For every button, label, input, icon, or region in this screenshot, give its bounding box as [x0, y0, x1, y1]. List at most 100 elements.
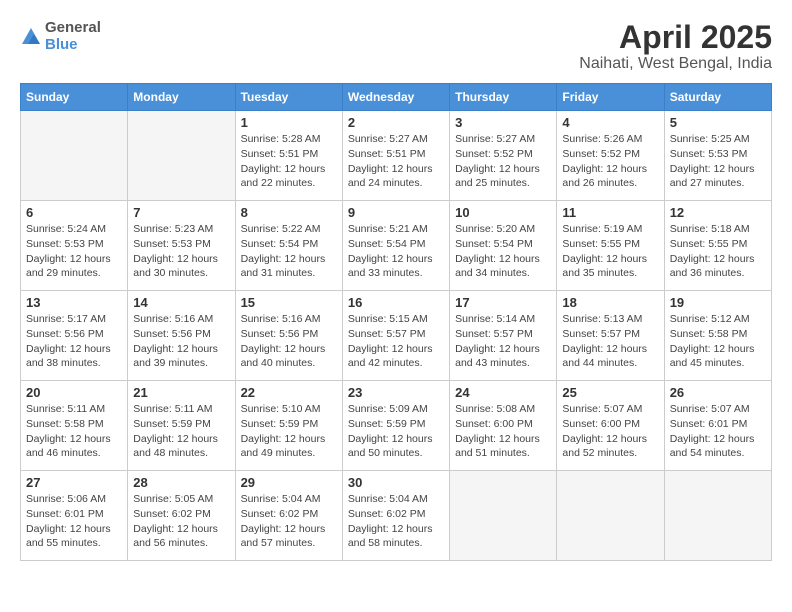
day-info: Sunrise: 5:11 AM Sunset: 5:58 PM Dayligh… [26, 402, 122, 461]
logo: General Blue [20, 20, 101, 53]
calendar-day-cell: 8 Sunrise: 5:22 AM Sunset: 5:54 PM Daylig… [235, 201, 342, 291]
day-info: Sunrise: 5:27 AM Sunset: 5:51 PM Dayligh… [348, 132, 444, 191]
day-number: 10 [455, 205, 551, 220]
day-info: Sunrise: 5:04 AM Sunset: 6:02 PM Dayligh… [348, 492, 444, 551]
calendar-day-cell [21, 111, 128, 201]
day-info: Sunrise: 5:05 AM Sunset: 6:02 PM Dayligh… [133, 492, 229, 551]
calendar-day-cell: 10 Sunrise: 5:20 AM Sunset: 5:54 PM Dayli… [450, 201, 557, 291]
logo-icon [20, 26, 42, 48]
day-info: Sunrise: 5:22 AM Sunset: 5:54 PM Dayligh… [241, 222, 337, 281]
day-info: Sunrise: 5:13 AM Sunset: 5:57 PM Dayligh… [562, 312, 658, 371]
weekday-header: Saturday [664, 84, 771, 111]
day-number: 20 [26, 385, 122, 400]
day-number: 30 [348, 475, 444, 490]
day-number: 22 [241, 385, 337, 400]
calendar-day-cell: 5Sunrise: 5:25 AM Sunset: 5:53 PM Daylig… [664, 111, 771, 201]
calendar-day-cell: 23 Sunrise: 5:09 AM Sunset: 5:59 PM Dayli… [342, 381, 449, 471]
day-number: 24 [455, 385, 551, 400]
calendar-day-cell: 2Sunrise: 5:27 AM Sunset: 5:51 PM Daylig… [342, 111, 449, 201]
calendar-day-cell: 4 Sunrise: 5:26 AM Sunset: 5:52 PM Daylig… [557, 111, 664, 201]
calendar-day-cell: 21Sunrise: 5:11 AM Sunset: 5:59 PM Dayli… [128, 381, 235, 471]
day-info: Sunrise: 5:18 AM Sunset: 5:55 PM Dayligh… [670, 222, 766, 281]
day-number: 26 [670, 385, 766, 400]
calendar-day-cell [557, 471, 664, 561]
day-info: Sunrise: 5:07 AM Sunset: 6:01 PM Dayligh… [670, 402, 766, 461]
day-number: 11 [562, 205, 658, 220]
day-info: Sunrise: 5:16 AM Sunset: 5:56 PM Dayligh… [241, 312, 337, 371]
day-number: 7 [133, 205, 229, 220]
calendar-day-cell: 29 Sunrise: 5:04 AM Sunset: 6:02 PM Dayli… [235, 471, 342, 561]
day-number: 29 [241, 475, 337, 490]
calendar-day-cell [450, 471, 557, 561]
calendar-day-cell: 30 Sunrise: 5:04 AM Sunset: 6:02 PM Dayli… [342, 471, 449, 561]
calendar-day-cell: 27Sunrise: 5:06 AM Sunset: 6:01 PM Dayli… [21, 471, 128, 561]
calendar-day-cell: 20 Sunrise: 5:11 AM Sunset: 5:58 PM Dayli… [21, 381, 128, 471]
day-info: Sunrise: 5:26 AM Sunset: 5:52 PM Dayligh… [562, 132, 658, 191]
day-number: 3 [455, 115, 551, 130]
day-info: Sunrise: 5:12 AM Sunset: 5:58 PM Dayligh… [670, 312, 766, 371]
day-number: 12 [670, 205, 766, 220]
logo-blue: Blue [45, 37, 101, 54]
day-number: 18 [562, 295, 658, 310]
calendar-day-cell: 22Sunrise: 5:10 AM Sunset: 5:59 PM Dayli… [235, 381, 342, 471]
day-info: Sunrise: 5:23 AM Sunset: 5:53 PM Dayligh… [133, 222, 229, 281]
day-number: 8 [241, 205, 337, 220]
calendar-day-cell [664, 471, 771, 561]
calendar-header-row: SundayMondayTuesdayWednesdayThursdayFrid… [21, 84, 772, 111]
day-info: Sunrise: 5:27 AM Sunset: 5:52 PM Dayligh… [455, 132, 551, 191]
weekday-header: Sunday [21, 84, 128, 111]
calendar-day-cell: 6Sunrise: 5:24 AM Sunset: 5:53 PM Daylig… [21, 201, 128, 291]
calendar-table: SundayMondayTuesdayWednesdayThursdayFrid… [20, 83, 772, 561]
calendar-day-cell: 18 Sunrise: 5:13 AM Sunset: 5:57 PM Dayli… [557, 291, 664, 381]
calendar-day-cell: 3 Sunrise: 5:27 AM Sunset: 5:52 PM Daylig… [450, 111, 557, 201]
day-number: 5 [670, 115, 766, 130]
day-info: Sunrise: 5:09 AM Sunset: 5:59 PM Dayligh… [348, 402, 444, 461]
day-info: Sunrise: 5:11 AM Sunset: 5:59 PM Dayligh… [133, 402, 229, 461]
calendar-day-cell: 17 Sunrise: 5:14 AM Sunset: 5:57 PM Dayli… [450, 291, 557, 381]
weekday-header: Thursday [450, 84, 557, 111]
weekday-header: Monday [128, 84, 235, 111]
calendar-day-cell: 19Sunrise: 5:12 AM Sunset: 5:58 PM Dayli… [664, 291, 771, 381]
calendar-day-cell [128, 111, 235, 201]
calendar-week-row: 20 Sunrise: 5:11 AM Sunset: 5:58 PM Dayli… [21, 381, 772, 471]
day-info: Sunrise: 5:14 AM Sunset: 5:57 PM Dayligh… [455, 312, 551, 371]
day-number: 17 [455, 295, 551, 310]
calendar-day-cell: 13Sunrise: 5:17 AM Sunset: 5:56 PM Dayli… [21, 291, 128, 381]
day-info: Sunrise: 5:06 AM Sunset: 6:01 PM Dayligh… [26, 492, 122, 551]
logo-general: General [45, 20, 101, 37]
calendar-day-cell: 12 Sunrise: 5:18 AM Sunset: 5:55 PM Dayli… [664, 201, 771, 291]
day-number: 25 [562, 385, 658, 400]
calendar-week-row: 13Sunrise: 5:17 AM Sunset: 5:56 PM Dayli… [21, 291, 772, 381]
calendar-day-cell: 15 Sunrise: 5:16 AM Sunset: 5:56 PM Dayli… [235, 291, 342, 381]
title-area: April 2025 Naihati, West Bengal, India [579, 20, 772, 73]
month-title: April 2025 [579, 20, 772, 55]
calendar-week-row: 6Sunrise: 5:24 AM Sunset: 5:53 PM Daylig… [21, 201, 772, 291]
calendar-day-cell: 1Sunrise: 5:28 AM Sunset: 5:51 PM Daylig… [235, 111, 342, 201]
calendar-week-row: 27Sunrise: 5:06 AM Sunset: 6:01 PM Dayli… [21, 471, 772, 561]
location-title: Naihati, West Bengal, India [579, 55, 772, 73]
calendar-day-cell: 14Sunrise: 5:16 AM Sunset: 5:56 PM Dayli… [128, 291, 235, 381]
day-number: 28 [133, 475, 229, 490]
day-number: 16 [348, 295, 444, 310]
day-number: 23 [348, 385, 444, 400]
day-info: Sunrise: 5:16 AM Sunset: 5:56 PM Dayligh… [133, 312, 229, 371]
weekday-header: Tuesday [235, 84, 342, 111]
calendar-day-cell: 9Sunrise: 5:21 AM Sunset: 5:54 PM Daylig… [342, 201, 449, 291]
weekday-header: Wednesday [342, 84, 449, 111]
calendar-day-cell: 25 Sunrise: 5:07 AM Sunset: 6:00 PM Dayli… [557, 381, 664, 471]
day-info: Sunrise: 5:19 AM Sunset: 5:55 PM Dayligh… [562, 222, 658, 281]
calendar-day-cell: 28 Sunrise: 5:05 AM Sunset: 6:02 PM Dayli… [128, 471, 235, 561]
day-info: Sunrise: 5:08 AM Sunset: 6:00 PM Dayligh… [455, 402, 551, 461]
calendar-day-cell: 16Sunrise: 5:15 AM Sunset: 5:57 PM Dayli… [342, 291, 449, 381]
day-info: Sunrise: 5:04 AM Sunset: 6:02 PM Dayligh… [241, 492, 337, 551]
day-info: Sunrise: 5:07 AM Sunset: 6:00 PM Dayligh… [562, 402, 658, 461]
day-number: 4 [562, 115, 658, 130]
day-info: Sunrise: 5:20 AM Sunset: 5:54 PM Dayligh… [455, 222, 551, 281]
day-info: Sunrise: 5:21 AM Sunset: 5:54 PM Dayligh… [348, 222, 444, 281]
day-number: 15 [241, 295, 337, 310]
calendar-day-cell: 26 Sunrise: 5:07 AM Sunset: 6:01 PM Dayli… [664, 381, 771, 471]
calendar-week-row: 1Sunrise: 5:28 AM Sunset: 5:51 PM Daylig… [21, 111, 772, 201]
calendar-day-cell: 11 Sunrise: 5:19 AM Sunset: 5:55 PM Dayli… [557, 201, 664, 291]
day-info: Sunrise: 5:17 AM Sunset: 5:56 PM Dayligh… [26, 312, 122, 371]
calendar-day-cell: 24 Sunrise: 5:08 AM Sunset: 6:00 PM Dayli… [450, 381, 557, 471]
